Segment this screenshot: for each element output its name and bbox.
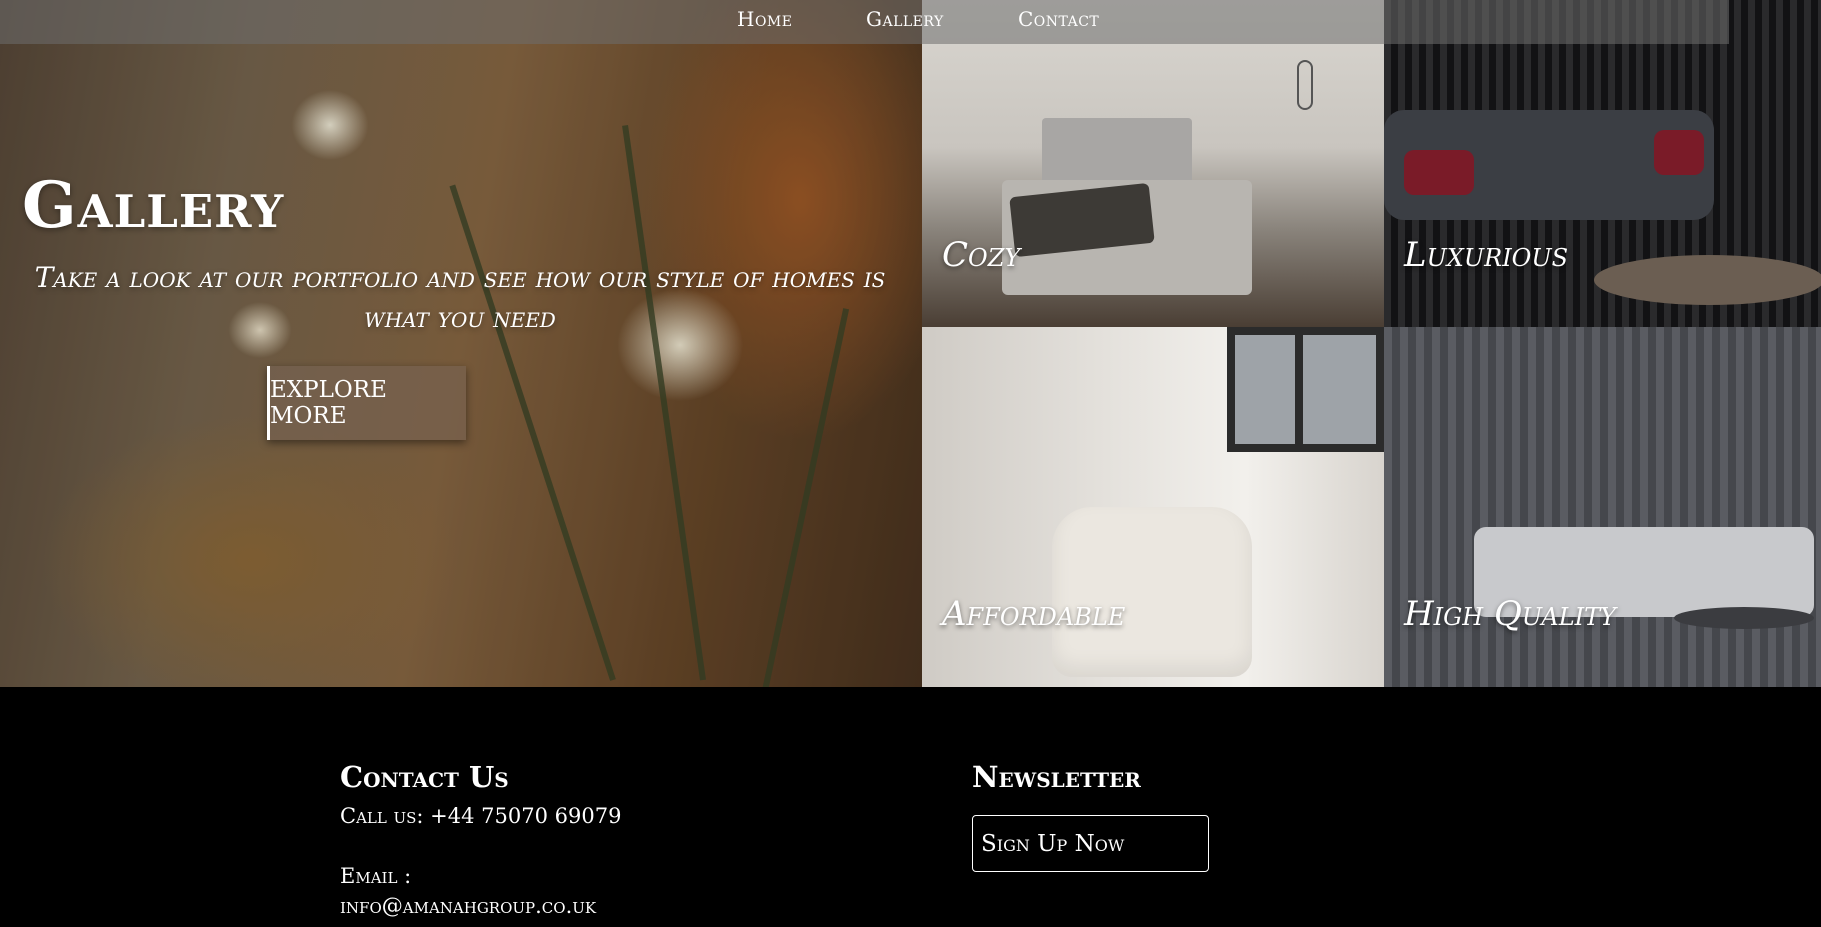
- contact-phone: Call us: +44 75070 69079: [340, 804, 622, 828]
- hero-subtitle: Take a look at our portfolio and see how…: [34, 261, 886, 334]
- nav-link-home[interactable]: Home: [737, 7, 792, 31]
- nav-link-contact[interactable]: Contact: [1018, 7, 1099, 31]
- gallery-tile-high-quality[interactable]: High Quality: [1384, 327, 1821, 687]
- newsletter-signup-button[interactable]: Sign Up Now: [972, 815, 1209, 872]
- explore-more-button[interactable]: EXPLORE MORE: [267, 366, 466, 440]
- footer: [0, 687, 1821, 927]
- page-title: Gallery: [22, 168, 285, 243]
- hero-section: Gallery Take a look at our portfolio and…: [0, 0, 922, 687]
- armchair-image: [1052, 507, 1252, 677]
- contact-email-label: Email :: [340, 864, 412, 888]
- gallery-tile-affordable[interactable]: Affordable: [922, 327, 1384, 687]
- contact-email-link[interactable]: info@amanahgroup.co.uk: [340, 894, 596, 918]
- pillow-image: [1404, 150, 1474, 195]
- nav-link-gallery[interactable]: Gallery: [866, 7, 944, 31]
- tile-label: Affordable: [942, 594, 1126, 634]
- coffee-table-image: [1674, 607, 1814, 629]
- gallery-tile-luxurious[interactable]: Luxurious: [1384, 0, 1821, 327]
- tile-label: Cozy: [942, 235, 1021, 275]
- coffee-table-image: [1594, 255, 1821, 305]
- top-navigation: Home Gallery Contact: [0, 0, 1729, 44]
- window-image: [1227, 327, 1384, 452]
- pillow-image: [1654, 130, 1704, 175]
- contact-heading: Contact Us: [340, 760, 509, 794]
- tile-label: Luxurious: [1404, 235, 1569, 275]
- newsletter-heading: Newsletter: [972, 760, 1141, 794]
- tile-label: High Quality: [1404, 594, 1617, 634]
- hero-overlay: [0, 0, 922, 687]
- gallery-tile-cozy[interactable]: Cozy: [922, 0, 1384, 327]
- pendant-lamp-image: [1297, 60, 1313, 110]
